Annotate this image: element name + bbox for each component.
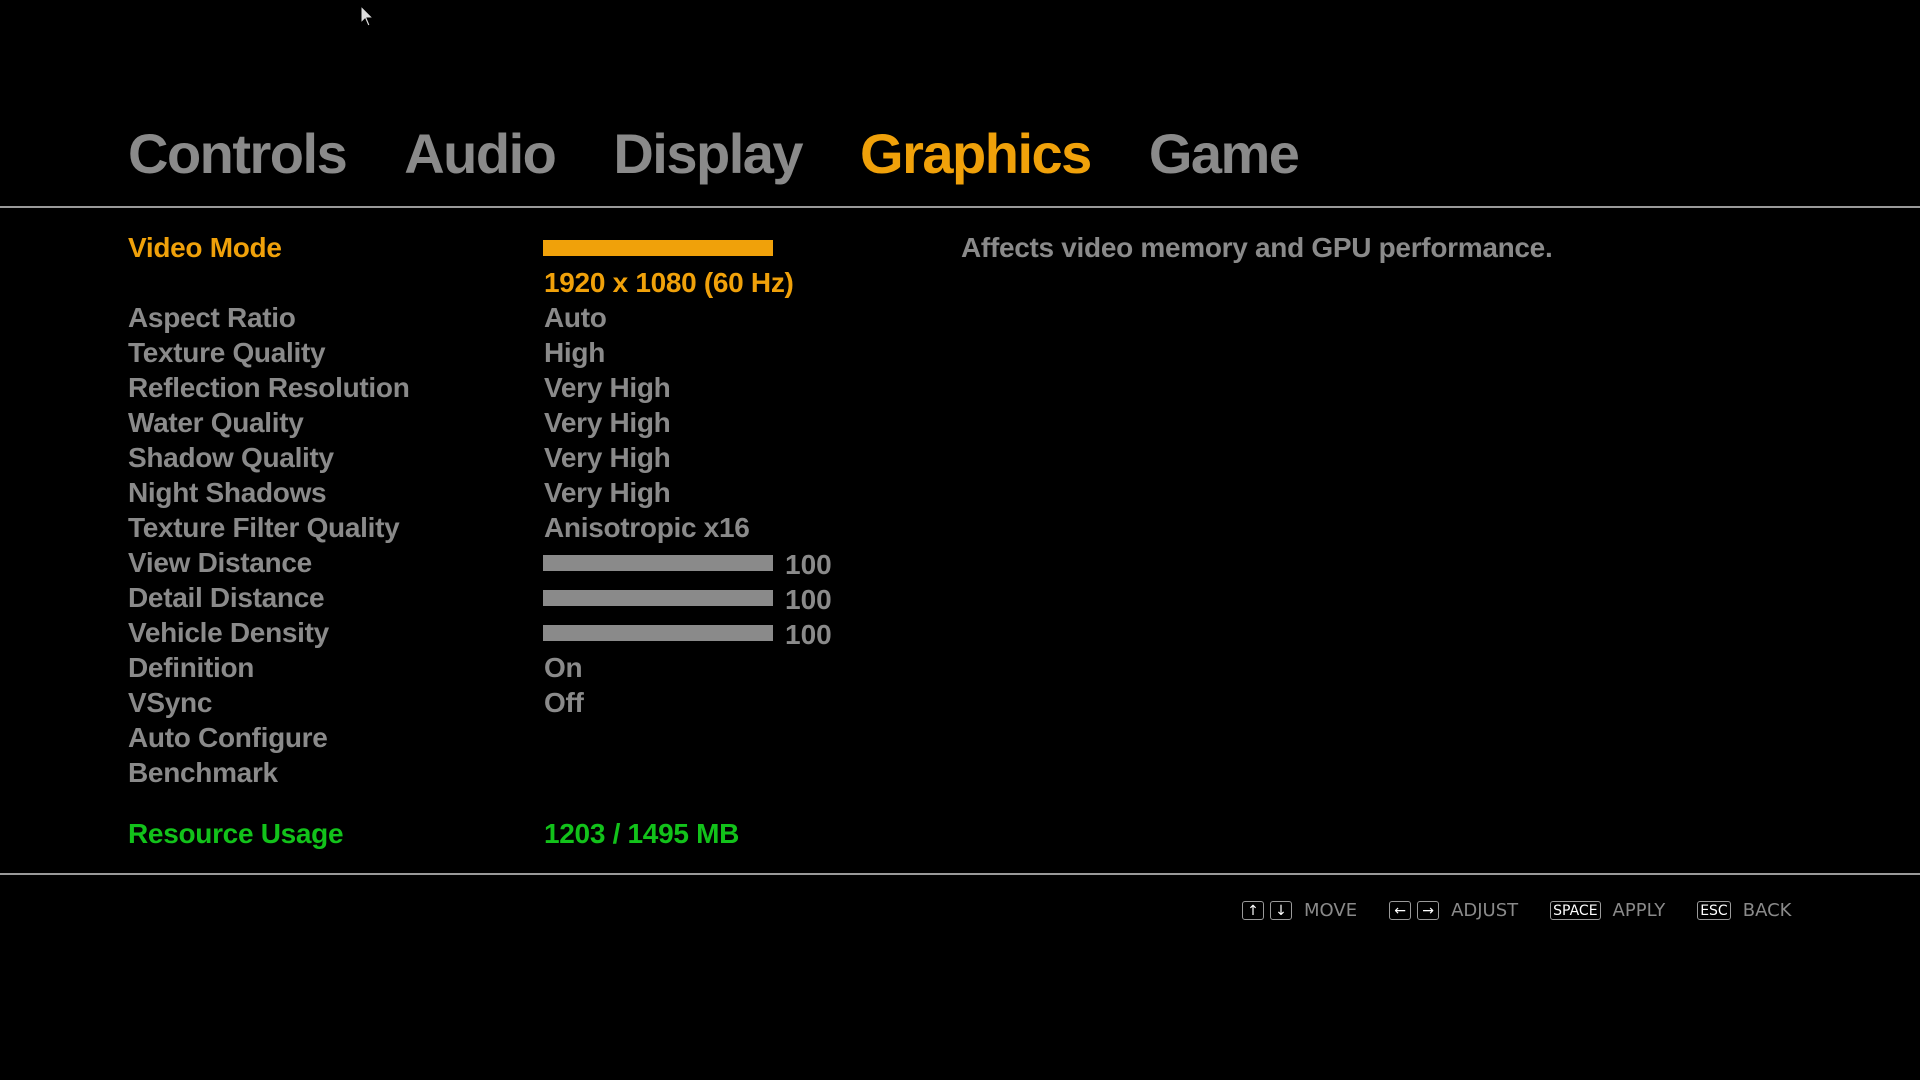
- setting-reflection-resolution[interactable]: Reflection Resolution Very High: [128, 370, 888, 405]
- setting-value: Anisotropic x16: [544, 512, 750, 543]
- arrow-left-key-icon: ←: [1389, 901, 1412, 920]
- setting-vsync[interactable]: VSync Off: [128, 685, 888, 720]
- setting-value: Very High: [544, 372, 671, 403]
- slider-fill: [543, 590, 773, 606]
- setting-label: Shadow Quality: [128, 442, 334, 473]
- setting-label: Night Shadows: [128, 477, 327, 508]
- detail-distance-slider[interactable]: [543, 590, 773, 606]
- setting-value: Auto: [544, 302, 607, 333]
- setting-value: High: [544, 337, 606, 368]
- setting-label: Benchmark: [128, 757, 278, 788]
- setting-label: Definition: [128, 652, 255, 683]
- arrow-down-key-icon: ↓: [1270, 901, 1292, 920]
- setting-texture-quality[interactable]: Texture Quality High: [128, 335, 888, 370]
- setting-value: Very High: [544, 407, 671, 438]
- controls-hint-bar: ↑ ↓ MOVE ← → ADJUST SPACE APPLY ESC BACK: [1242, 900, 1823, 921]
- slider-value: 100: [785, 584, 832, 615]
- tab-bar: Controls Audio Display Graphics Game: [128, 120, 1300, 188]
- resource-usage-label: Resource Usage: [128, 818, 344, 849]
- setting-value: Very High: [544, 477, 671, 508]
- setting-label: Aspect Ratio: [128, 302, 296, 333]
- slider-fill: [543, 625, 773, 641]
- setting-vehicle-density[interactable]: Vehicle Density 100: [128, 615, 888, 650]
- setting-value: 1920 x 1080 (60 Hz): [544, 267, 794, 298]
- tab-audio[interactable]: Audio: [404, 120, 557, 188]
- setting-video-mode[interactable]: Video Mode 1920 x 1080 (60 Hz): [128, 230, 888, 298]
- view-distance-slider[interactable]: [543, 555, 773, 571]
- apply-button[interactable]: APPLY: [1613, 900, 1666, 921]
- setting-label: Detail Distance: [128, 582, 325, 613]
- auto-configure-button[interactable]: Auto Configure: [128, 720, 888, 755]
- vehicle-density-slider[interactable]: [543, 625, 773, 641]
- setting-value: Off: [544, 687, 584, 718]
- setting-label: Video Mode: [128, 232, 282, 263]
- resource-usage: Resource Usage 1203 / 1495 MB: [128, 816, 888, 851]
- space-key-icon: SPACE: [1550, 901, 1601, 920]
- setting-aspect-ratio[interactable]: Aspect Ratio Auto: [128, 300, 888, 335]
- arrow-up-key-icon: ↑: [1242, 901, 1264, 920]
- back-button[interactable]: BACK: [1743, 900, 1792, 921]
- video-mode-selector-bar[interactable]: [543, 240, 773, 256]
- esc-key-icon: ESC: [1697, 901, 1731, 920]
- bottom-divider: [0, 873, 1920, 875]
- slider-value: 100: [785, 619, 832, 650]
- setting-label: Water Quality: [128, 407, 304, 438]
- tab-controls[interactable]: Controls: [128, 120, 348, 188]
- setting-definition[interactable]: Definition On: [128, 650, 888, 685]
- slider-fill: [543, 555, 773, 571]
- adjust-hint: ADJUST: [1451, 900, 1519, 921]
- setting-label: Texture Quality: [128, 337, 326, 368]
- setting-detail-distance[interactable]: Detail Distance 100: [128, 580, 888, 615]
- setting-texture-filter-quality[interactable]: Texture Filter Quality Anisotropic x16: [128, 510, 888, 545]
- setting-label: View Distance: [128, 547, 312, 578]
- setting-label: Auto Configure: [128, 722, 328, 753]
- setting-value: Very High: [544, 442, 671, 473]
- setting-label: VSync: [128, 687, 213, 718]
- setting-label: Reflection Resolution: [128, 372, 410, 403]
- mouse-cursor-icon: [360, 5, 375, 27]
- benchmark-button[interactable]: Benchmark: [128, 755, 888, 790]
- slider-value: 100: [785, 549, 832, 580]
- setting-shadow-quality[interactable]: Shadow Quality Very High: [128, 440, 888, 475]
- resource-usage-value: 1203 / 1495 MB: [544, 818, 740, 849]
- setting-water-quality[interactable]: Water Quality Very High: [128, 405, 888, 440]
- setting-description: Affects video memory and GPU performance…: [961, 232, 1553, 263]
- tab-display[interactable]: Display: [613, 120, 803, 188]
- tab-game[interactable]: Game: [1149, 120, 1300, 188]
- move-hint: MOVE: [1304, 900, 1358, 921]
- setting-label: Texture Filter Quality: [128, 512, 400, 543]
- setting-value: On: [544, 652, 583, 683]
- setting-label: Vehicle Density: [128, 617, 329, 648]
- arrow-right-key-icon: →: [1417, 901, 1440, 920]
- top-divider: [0, 206, 1920, 208]
- setting-view-distance[interactable]: View Distance 100: [128, 545, 888, 580]
- setting-night-shadows[interactable]: Night Shadows Very High: [128, 475, 888, 510]
- tab-graphics[interactable]: Graphics: [860, 120, 1092, 188]
